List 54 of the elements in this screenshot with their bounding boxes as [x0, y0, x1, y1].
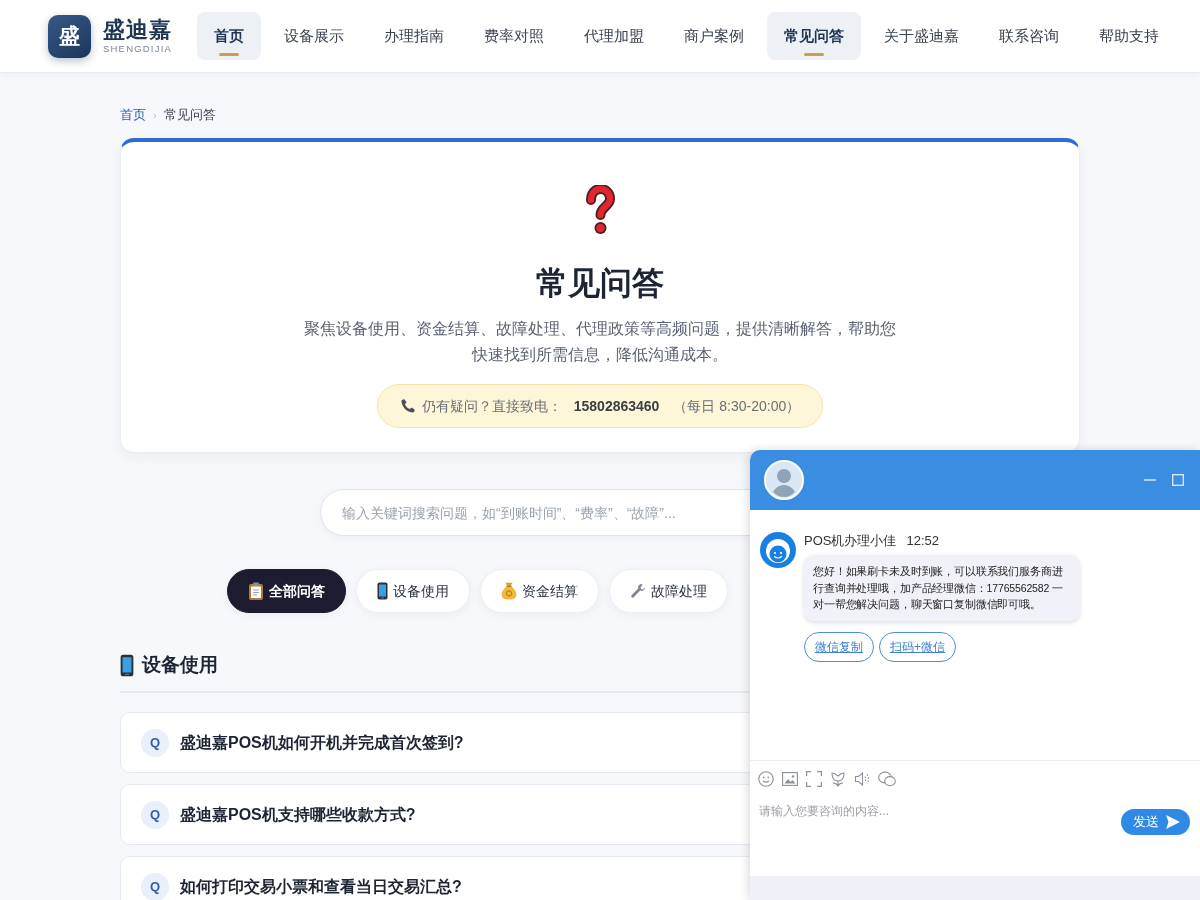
phone-icon	[399, 398, 416, 414]
category-tab[interactable]: 设备使用	[356, 569, 470, 613]
nav-tab[interactable]: 关于盛迪嘉	[867, 12, 976, 60]
quick-reply-button[interactable]: 微信复制	[804, 631, 874, 662]
nav-tab[interactable]: 帮助支持	[1082, 12, 1176, 60]
message-time: 12:52	[906, 532, 939, 550]
breadcrumb-separator: ›	[153, 108, 157, 123]
breadcrumb-link[interactable]: 首页	[120, 106, 146, 124]
question-text: 如何打印交易小票和查看当日交易汇总?	[180, 876, 462, 897]
money-bag-icon	[501, 582, 517, 600]
category-tab[interactable]: 故障处理	[609, 569, 728, 613]
logo-mark[interactable]: 盛	[48, 14, 91, 58]
chat-bubbles-icon[interactable]	[878, 770, 896, 787]
nav-tab[interactable]: 办理指南	[367, 12, 461, 60]
mobile-phone-icon	[120, 653, 134, 677]
wrench-icon	[630, 583, 646, 599]
nav-tab[interactable]: 首页	[197, 12, 261, 60]
page-title: 常见问答	[535, 264, 665, 303]
q-label: Q	[141, 728, 169, 757]
nav-tab[interactable]: 费率对照	[467, 12, 561, 60]
question-text: 盛迪嘉POS机支持哪些收款方式?	[180, 804, 416, 825]
emoji-icon[interactable]	[758, 770, 774, 787]
mobile-phone-icon	[377, 582, 388, 600]
question-text: 盛迪嘉POS机如何开机并完成首次签到?	[180, 732, 464, 753]
category-tab[interactable]: 资金结算	[480, 569, 599, 613]
maximize-icon[interactable]	[1172, 474, 1184, 486]
flower-icon[interactable]	[830, 770, 846, 787]
screenshot-icon[interactable]	[806, 770, 822, 787]
send-icon	[1165, 814, 1181, 830]
quick-reply-button[interactable]: 扫码+微信	[879, 631, 956, 662]
section-title: 设备使用	[142, 653, 218, 677]
q-label: Q	[141, 800, 169, 829]
brand-name[interactable]: 盛迪嘉	[103, 17, 172, 43]
nav-tab[interactable]: 设备展示	[267, 12, 361, 60]
image-icon[interactable]	[782, 771, 798, 786]
page-description: 聚焦设备使用、资金结算、故障处理、代理政策等高频问题，提供清晰解答，帮助您快速找到所需信息，降低沟通成本。	[303, 319, 897, 365]
breadcrumb-current: 常见问答	[163, 106, 216, 124]
brand-subtitle: SHENGDIJIA	[103, 43, 172, 55]
nav-tab[interactable]: 常见问答	[767, 12, 861, 60]
nav-tab[interactable]: 商户案例	[667, 12, 761, 60]
category-tab[interactable]: 全部问答	[227, 569, 346, 613]
send-button[interactable]: 发送	[1121, 809, 1190, 835]
clipboard-icon	[248, 582, 264, 600]
nav-tab[interactable]: 代理加盟	[567, 12, 661, 60]
nav-tab[interactable]: 联系咨询	[982, 12, 1076, 60]
avatar-icon	[760, 532, 796, 568]
contact-hours: （每日 8:30-20:00）	[673, 396, 801, 416]
contact-label: 仍有疑问？直接致电：	[421, 396, 562, 416]
message-bubble: 您好！如果刷卡未及时到账，可以联系我们服务商进行查询并处理哦，加产品经理微信：17765562582 一对一帮您解决问题，聊天窗口复制微信即可哦。	[804, 555, 1080, 621]
speaker-icon[interactable]	[854, 770, 870, 787]
q-label: Q	[141, 872, 169, 900]
avatar-icon	[764, 460, 804, 500]
phone-number[interactable]: 15802863460	[573, 395, 660, 417]
question-mark-icon	[584, 185, 616, 235]
